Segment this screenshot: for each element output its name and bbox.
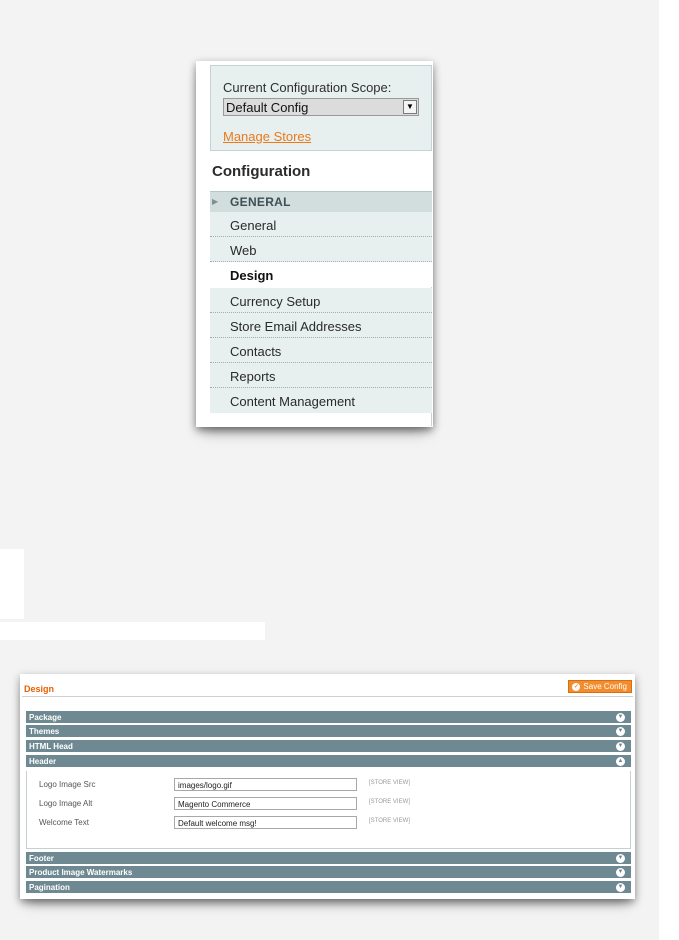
group-label: HTML Head	[29, 742, 73, 751]
sidebar-item-contacts[interactable]: Contacts	[210, 338, 432, 363]
configuration-sidebar: Current Configuration Scope: Default Con…	[196, 61, 433, 427]
logo-image-src-input[interactable]	[174, 778, 357, 791]
nav-section-general[interactable]: ▶ GENERAL	[210, 191, 432, 212]
expand-icon[interactable]: ▼	[616, 854, 625, 863]
scope-label: Current Configuration Scope:	[223, 80, 392, 95]
group-label: Header	[29, 757, 57, 766]
expand-icon[interactable]: ▼	[616, 742, 625, 751]
divider	[22, 696, 633, 697]
scope-select-value: Default Config	[226, 100, 309, 115]
form-row-logo-src: Logo Image Src [STORE VIEW]	[27, 778, 632, 792]
sidebar-item-currency-setup[interactable]: Currency Setup	[210, 288, 432, 313]
manage-stores-link[interactable]: Manage Stores	[223, 129, 311, 144]
sidebar-item-store-email-addresses[interactable]: Store Email Addresses	[210, 313, 432, 338]
group-label: Themes	[29, 727, 60, 736]
form-row-logo-alt: Logo Image Alt [STORE VIEW]	[27, 797, 632, 811]
group-header[interactable]: Header ▲	[26, 755, 631, 768]
blank-area	[0, 622, 265, 640]
section-title: Design	[24, 684, 55, 694]
field-label: Logo Image Src	[39, 780, 96, 789]
field-label: Welcome Text	[39, 818, 89, 827]
page-title: Configuration	[212, 163, 311, 180]
scope-switcher: Current Configuration Scope: Default Con…	[210, 65, 432, 151]
sidebar-item-content-management[interactable]: Content Management	[210, 388, 432, 413]
design-config-panel: Design ✓ Save Config Package ▼ Themes ▼ …	[20, 674, 635, 899]
nav-section-label: GENERAL	[230, 195, 291, 209]
group-label: Product Image Watermarks	[29, 868, 133, 877]
expand-icon[interactable]: ▼	[616, 883, 625, 892]
expand-icon[interactable]: ▼	[616, 713, 625, 722]
dropdown-arrow-icon[interactable]: ▼	[403, 100, 417, 114]
collapse-icon[interactable]: ▲	[616, 757, 625, 766]
form-row-welcome-text: Welcome Text [STORE VIEW]	[27, 816, 632, 830]
field-label: Logo Image Alt	[39, 799, 93, 808]
check-icon: ✓	[572, 683, 581, 691]
sidebar-item-reports[interactable]: Reports	[210, 363, 432, 388]
sidebar-item-web[interactable]: Web	[210, 237, 432, 262]
group-package[interactable]: Package ▼	[26, 711, 631, 724]
header-fieldset: Logo Image Src [STORE VIEW] Logo Image A…	[26, 771, 631, 849]
right-margin	[659, 0, 679, 940]
scope-select[interactable]: Default Config ▼	[223, 98, 419, 116]
expand-icon[interactable]: ▼	[616, 727, 625, 736]
group-html-head[interactable]: HTML Head ▼	[26, 740, 631, 753]
expand-icon[interactable]: ▼	[616, 868, 625, 877]
save-config-label: Save Config	[583, 682, 627, 691]
group-themes[interactable]: Themes ▼	[26, 725, 631, 738]
group-product-image-watermarks[interactable]: Product Image Watermarks ▼	[26, 866, 631, 879]
group-pagination[interactable]: Pagination ▼	[26, 881, 631, 894]
scope-hint: [STORE VIEW]	[369, 799, 410, 805]
config-nav: ▶ GENERAL General Web Design Currency Se…	[210, 191, 433, 426]
group-footer[interactable]: Footer ▼	[26, 852, 631, 865]
welcome-text-input[interactable]	[174, 816, 357, 829]
group-label: Package	[29, 713, 62, 722]
sidebar-item-general[interactable]: General	[210, 212, 432, 237]
logo-image-alt-input[interactable]	[174, 797, 357, 810]
blank-area	[0, 549, 24, 619]
scope-hint: [STORE VIEW]	[369, 818, 410, 824]
scope-hint: [STORE VIEW]	[369, 780, 410, 786]
group-label: Pagination	[29, 883, 70, 892]
expand-arrow-icon: ▶	[212, 197, 219, 206]
save-config-button[interactable]: ✓ Save Config	[568, 680, 632, 693]
sidebar-item-design[interactable]: Design	[210, 262, 433, 287]
group-label: Footer	[29, 854, 54, 863]
